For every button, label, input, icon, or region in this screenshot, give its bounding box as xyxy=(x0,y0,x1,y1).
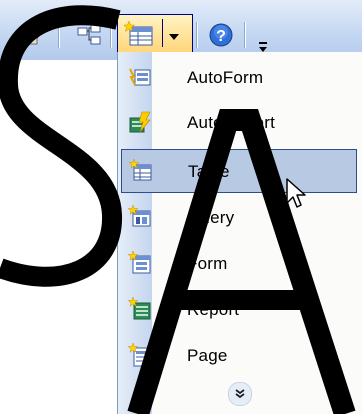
mouse-cursor-icon xyxy=(286,178,310,217)
toolbar-separator xyxy=(196,22,198,48)
form-icon xyxy=(127,250,152,275)
menu-item-report[interactable]: Report xyxy=(121,288,357,332)
menu-item-label: Query xyxy=(187,208,235,227)
query-icon xyxy=(127,204,152,229)
menu-item-table[interactable]: Table xyxy=(121,149,357,193)
new-object-button[interactable] xyxy=(117,14,193,54)
svg-text:?: ? xyxy=(216,28,226,45)
menu-item-query[interactable]: Query xyxy=(121,196,357,240)
menu-item-label: Report xyxy=(187,300,240,319)
menu-item-form[interactable]: Form xyxy=(121,242,357,286)
toolbar-separator xyxy=(58,22,60,48)
new-object-icon xyxy=(122,20,154,52)
autoform-icon xyxy=(128,65,152,89)
new-object-menu: AutoForm AutoReport Table Query Form Rep… xyxy=(117,52,362,414)
autoreport-icon xyxy=(128,110,152,134)
menu-item-autoform[interactable]: AutoForm xyxy=(121,56,357,100)
toolbar-separator xyxy=(244,22,246,48)
menu-item-label: AutoForm xyxy=(187,68,264,87)
report-icon xyxy=(127,296,152,321)
side-area xyxy=(0,60,120,414)
dropdown-arrow-icon[interactable] xyxy=(168,28,180,46)
toolbar-separator xyxy=(110,22,112,48)
menu-item-label: Page xyxy=(187,346,228,365)
table-icon xyxy=(128,158,153,183)
properties-icon[interactable] xyxy=(18,22,44,48)
menu-item-page[interactable]: Page xyxy=(121,334,357,378)
page-icon xyxy=(127,342,152,367)
menu-item-label: Table xyxy=(188,162,230,181)
toolbar: ? xyxy=(0,0,362,60)
double-chevron-down-icon[interactable] xyxy=(228,382,252,406)
relationships-icon[interactable] xyxy=(76,22,102,48)
menu-item-label: Form xyxy=(187,254,228,273)
menu-item-label: AutoReport xyxy=(187,113,275,132)
help-icon[interactable]: ? xyxy=(208,22,234,48)
menu-item-autoreport[interactable]: AutoReport xyxy=(121,101,357,145)
